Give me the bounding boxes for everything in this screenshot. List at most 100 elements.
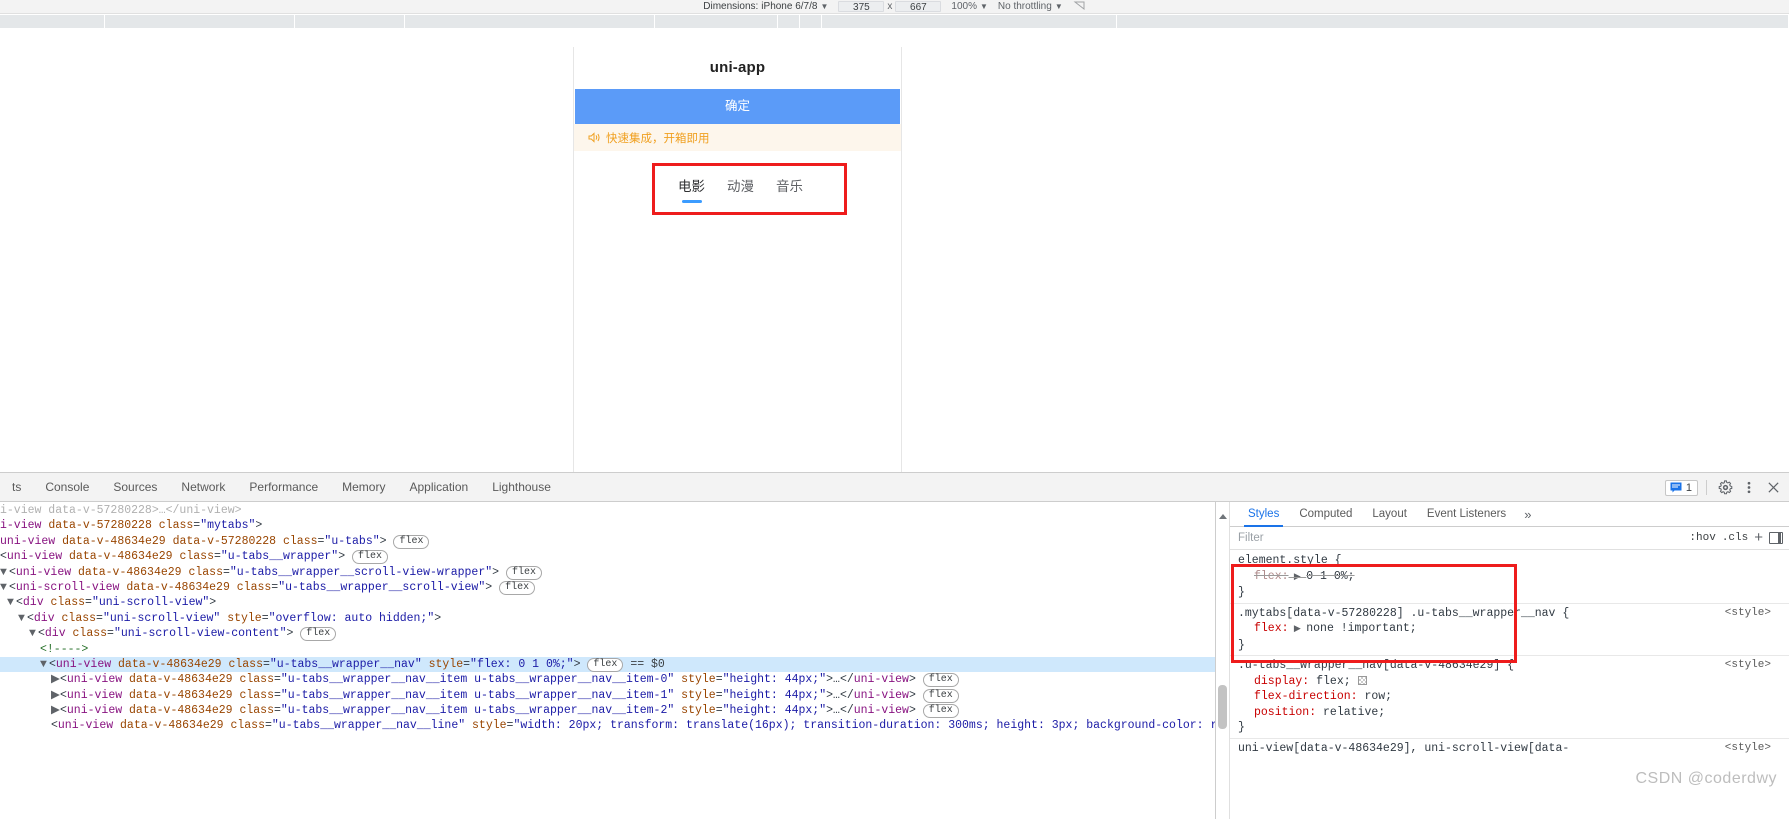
css-brace: } <box>1238 586 1245 599</box>
message-count-button[interactable]: 1 <box>1664 479 1698 496</box>
css-selector[interactable]: .mytabs[data-v-57280228] .u-tabs__wrappe… <box>1238 606 1781 622</box>
page-title: uni-app <box>709 59 766 76</box>
viewport-ruler <box>0 15 1789 29</box>
notice-text: 快速集成，开箱即用 <box>606 132 710 145</box>
scrollbar-thumb[interactable] <box>1218 685 1227 729</box>
class-toggle[interactable]: .cls <box>1722 532 1748 544</box>
zoom-value: 100% <box>951 1 977 12</box>
viewport-width-input[interactable]: 375 <box>838 1 885 13</box>
css-selector[interactable]: element.style { <box>1238 553 1781 569</box>
tab-movie[interactable]: 电影 <box>678 175 705 203</box>
css-source-link[interactable]: <style> <box>1725 741 1771 757</box>
dom-row[interactable]: i-view data-v-57280228>…</uni-view> <box>0 503 1215 518</box>
dom-row[interactable]: <uni-view data-v-48634e29 class="u-tabs_… <box>0 549 1215 565</box>
scroll-up-arrow-icon[interactable] <box>1219 514 1227 519</box>
zoom-selector[interactable]: 100% ▼ <box>951 1 988 12</box>
tab-bar: 电影 动漫 音乐 <box>658 165 843 209</box>
dom-row[interactable]: ▼ <uni-scroll-view data-v-48634e29 class=… <box>0 580 1215 595</box>
device-emulation-toolbar: Dimensions: iPhone 6/7/8 ▼ 375 x 667 100… <box>0 0 1789 14</box>
more-tabs-icon[interactable]: » <box>1516 507 1539 522</box>
css-rule[interactable]: uni-view[data-v-48634e29], uni-scroll-vi… <box>1230 737 1789 757</box>
confirm-button[interactable]: 确定 <box>575 89 900 124</box>
tab-memory[interactable]: Memory <box>330 473 397 502</box>
dom-row[interactable]: ▶<uni-view data-v-48634e29 class="u-tabs… <box>0 703 1215 719</box>
tab-music[interactable]: 音乐 <box>776 175 803 199</box>
notice-bar: 快速集成，开箱即用 <box>574 124 901 151</box>
chevron-down-icon: ▼ <box>1054 2 1063 11</box>
dom-row[interactable]: ▼ <div class="uni-scroll-view"> <box>0 595 1215 610</box>
dimensions-selector[interactable]: Dimensions: iPhone 6/7/8 ▼ <box>703 1 828 12</box>
devtools-toolbar-actions: 1 <box>1664 473 1783 502</box>
toggle-sidebar-icon[interactable] <box>1769 532 1783 544</box>
tab-label: 电影 <box>678 179 705 194</box>
device-name: iPhone 6/7/8 <box>761 1 818 12</box>
dom-row[interactable]: ▶<uni-view data-v-48634e29 class="u-tabs… <box>0 688 1215 703</box>
chevron-down-icon: ▼ <box>979 2 988 11</box>
styles-scrollbar[interactable] <box>1216 502 1230 819</box>
ruler-segment <box>0 15 105 28</box>
tab-elements[interactable]: ts <box>0 473 33 502</box>
css-brace: } <box>1238 638 1245 652</box>
tab-layout[interactable]: Layout <box>1362 502 1417 527</box>
dom-tree-pane[interactable]: i-view data-v-57280228>…</uni-view> i-vie… <box>0 502 1215 819</box>
css-rule[interactable]: .mytabs[data-v-57280228] .u-tabs__wrappe… <box>1230 602 1789 654</box>
styles-filter-bar: Filter :hov .cls + <box>1230 527 1789 550</box>
kebab-menu-icon[interactable] <box>1739 478 1759 498</box>
css-rule[interactable]: .u-tabs__wrapper__nav[data-v-48634e29] {… <box>1230 655 1789 736</box>
speaker-icon <box>588 132 601 143</box>
devtools-tab-bar: ts Console Sources Network Performance M… <box>0 473 1789 502</box>
ruler-segment <box>295 15 405 28</box>
css-declaration[interactable]: position: relative; <box>1238 705 1781 721</box>
dom-row-selected[interactable]: ▼ <uni-view data-v-48634e29 class="u-tabs… <box>0 656 1215 673</box>
dom-row[interactable]: <!----> <box>0 642 1215 657</box>
styles-filter-input[interactable]: Filter <box>1238 532 1683 544</box>
dom-row[interactable]: ▶<uni-view data-v-48634e29 class="u-tabs… <box>0 672 1215 688</box>
dom-row[interactable]: ▼ <div class="uni-scroll-view-content"> f… <box>0 626 1215 642</box>
dom-row[interactable]: uni-view data-v-48634e29 data-v-57280228… <box>0 534 1215 549</box>
dom-tree-rows: i-view data-v-57280228>…</uni-view> i-vie… <box>0 503 1215 734</box>
ruler-segment <box>778 15 800 28</box>
css-declaration[interactable]: flex: ▶ none !important; <box>1238 621 1781 638</box>
color-swatch[interactable] <box>1357 675 1367 685</box>
tab-label: 动漫 <box>727 179 754 194</box>
css-declaration[interactable]: display: flex; <box>1238 674 1781 690</box>
message-icon <box>1670 482 1682 493</box>
tab-sources[interactable]: Sources <box>101 473 169 502</box>
css-brace: } <box>1238 721 1245 734</box>
close-icon[interactable] <box>1763 478 1783 498</box>
css-source-link[interactable]: <style> <box>1725 658 1771 674</box>
tab-lighthouse[interactable]: Lighthouse <box>480 473 563 502</box>
viewport-height-input[interactable]: 667 <box>895 1 942 13</box>
tab-computed[interactable]: Computed <box>1289 502 1362 527</box>
css-source-link[interactable]: <style> <box>1725 606 1771 622</box>
ruler-segment <box>655 15 778 28</box>
tab-application[interactable]: Application <box>397 473 480 502</box>
tab-performance[interactable]: Performance <box>237 473 330 502</box>
dom-row[interactable]: ▼ <div class="uni-scroll-view" style="ove… <box>0 611 1215 626</box>
ruler-segment <box>1117 15 1789 28</box>
devtools-body: i-view data-v-57280228>…</uni-view> i-vie… <box>0 502 1789 819</box>
new-style-rule-button[interactable]: + <box>1754 530 1763 545</box>
ruler-segment <box>822 15 1117 28</box>
ruler-segment <box>105 15 295 28</box>
hover-state-toggle[interactable]: :hov <box>1689 532 1715 544</box>
devtools-panel: ts Console Sources Network Performance M… <box>0 472 1789 819</box>
css-selector[interactable]: .u-tabs__wrapper__nav[data-v-48634e29] {… <box>1238 658 1781 674</box>
tab-console[interactable]: Console <box>33 473 101 502</box>
css-declaration[interactable]: flex: ▶ 0 1 0%; <box>1238 569 1781 586</box>
gear-icon[interactable] <box>1715 478 1735 498</box>
css-declaration[interactable]: flex-direction: row; <box>1238 689 1781 705</box>
tab-event-listeners[interactable]: Event Listeners <box>1417 502 1516 527</box>
dom-row[interactable]: i-view data-v-57280228 class="mytabs"> <box>0 518 1215 533</box>
tab-network[interactable]: Network <box>169 473 237 502</box>
dom-row[interactable]: <uni-view data-v-48634e29 class="u-tabs_… <box>0 718 1215 733</box>
tab-label: 音乐 <box>776 179 803 194</box>
css-rule[interactable]: element.style {flex: ▶ 0 1 0%;} <box>1230 553 1789 601</box>
dom-row[interactable]: ▼ <uni-view data-v-48634e29 class="u-tabs… <box>0 565 1215 580</box>
tab-styles[interactable]: Styles <box>1238 502 1289 527</box>
tab-anime[interactable]: 动漫 <box>727 175 754 199</box>
rotate-icon[interactable] <box>1073 0 1086 14</box>
css-selector[interactable]: uni-view[data-v-48634e29], uni-scroll-vi… <box>1238 741 1781 757</box>
throttling-selector[interactable]: No throttling ▼ <box>998 1 1063 12</box>
styles-pane: Styles Computed Layout Event Listeners »… <box>1215 502 1789 819</box>
